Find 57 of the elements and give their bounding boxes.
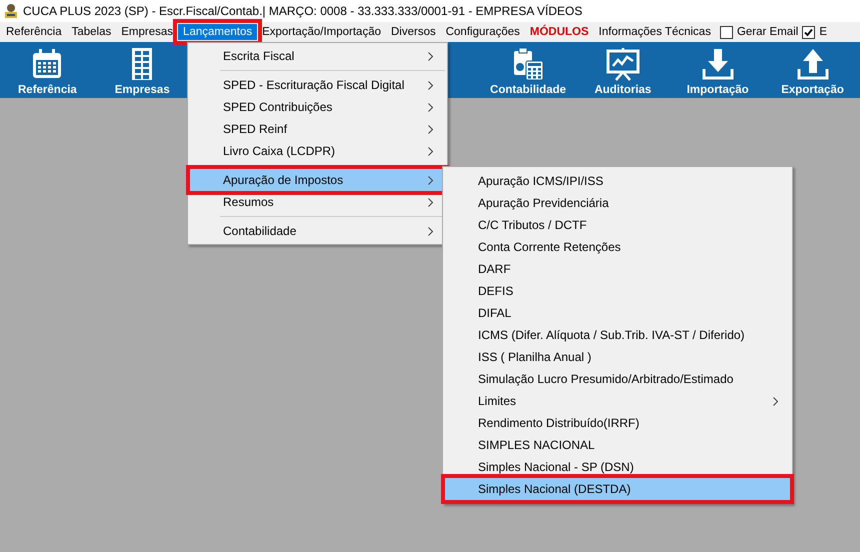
menu-item[interactable]: Referência xyxy=(1,24,67,40)
menu-item[interactable]: Limites xyxy=(445,390,790,412)
menu-item[interactable]: Empresas xyxy=(116,24,178,40)
menu-item[interactable]: SIMPLES NACIONAL xyxy=(445,434,790,456)
toolbar-label[interactable]: Referência xyxy=(18,84,77,96)
menu-item[interactable]: Resumos xyxy=(190,191,445,213)
toolbar-label[interactable]: Exportação xyxy=(781,84,844,96)
menu-item[interactable]: SPED - Escrituração Fiscal Digital xyxy=(190,74,445,96)
app-logo-icon xyxy=(3,3,19,19)
chevron-right-icon xyxy=(773,396,778,406)
toolbar-label[interactable]: Importação xyxy=(686,84,749,96)
menu-item[interactable]: Exportação/Importação xyxy=(257,24,386,40)
menu-item[interactable]: C/C Tributos / DCTF xyxy=(445,214,790,236)
menu-item[interactable]: Lançamentos xyxy=(178,24,258,40)
chevron-right-icon xyxy=(428,102,433,112)
window-title: CUCA PLUS 2023 (SP) - Escr.Fiscal/Contab.| MARÇO: 0008 - 33.333.333/0001-91 - EMPRESA VÍDEOS xyxy=(23,4,582,18)
menu-item[interactable]: SPED Reinf xyxy=(190,118,445,140)
menu-item[interactable]: Contabilidade xyxy=(190,220,445,242)
menu-item[interactable]: Apuração de Impostos xyxy=(190,169,445,191)
menu-item[interactable]: Configurações xyxy=(440,24,525,40)
checkbox-label: Gerar Email xyxy=(736,26,798,38)
toolbar-label[interactable]: Auditorias xyxy=(594,84,652,96)
menu-item[interactable]: Livro Caixa (LCDPR) xyxy=(190,140,445,162)
menu-item[interactable]: SPED Contribuições xyxy=(190,96,445,118)
menu-item[interactable]: Informações Técnicas xyxy=(594,24,716,40)
chevron-right-icon xyxy=(428,176,433,184)
menu-item[interactable]: Apuração ICMS/IPI/ISS xyxy=(445,170,790,192)
download-icon[interactable] xyxy=(700,47,735,81)
upload-icon[interactable] xyxy=(796,47,830,81)
menu-item[interactable]: ISS ( Planilha Anual ) xyxy=(445,346,790,368)
menu-item[interactable]: DEFIS xyxy=(445,280,790,302)
chevron-right-icon xyxy=(428,124,433,134)
chevron-right-icon xyxy=(428,80,433,90)
toolbar-label[interactable]: Empresas xyxy=(114,84,170,96)
menu-item[interactable]: Simples Nacional - SP (DSN) xyxy=(445,456,790,478)
menu-item[interactable]: Tabelas xyxy=(66,24,116,40)
menu-item[interactable]: MÓDULOS xyxy=(524,24,594,40)
chevron-right-icon xyxy=(428,52,433,60)
menu-item[interactable]: ICMS (Difer. Alíquota / Sub.Trib. IVA-ST / Diferido) xyxy=(445,324,790,346)
menu-item[interactable]: Conta Corrente Retenções xyxy=(445,236,790,258)
checkbox-label: E xyxy=(819,26,827,38)
chevron-right-icon xyxy=(428,146,433,156)
chevron-right-icon xyxy=(428,226,433,236)
presentation-chart-icon[interactable] xyxy=(606,47,640,81)
menu-item[interactable]: Apuração Previdenciária xyxy=(445,192,790,214)
menu-item[interactable]: Rendimento Distribuído(IRRF) xyxy=(445,412,790,434)
checkbox-box[interactable] xyxy=(802,26,816,38)
toolbar-label[interactable]: Contabilidade xyxy=(490,84,566,96)
menu-item[interactable]: Escrita Fiscal xyxy=(190,45,445,67)
chevron-right-icon xyxy=(428,198,433,206)
menu-item[interactable]: DIFAL xyxy=(445,302,790,324)
menu-item[interactable]: Simulação Lucro Presumido/Arbitrado/Estimado xyxy=(445,368,790,390)
menu-item[interactable]: Simples Nacional (DESTDA) xyxy=(445,478,790,500)
clipboard-calculator-icon[interactable] xyxy=(511,47,546,81)
menu-item[interactable]: Diversos xyxy=(386,24,441,40)
menu-item[interactable]: DARF xyxy=(445,258,790,280)
checkbox-box[interactable] xyxy=(720,26,733,38)
